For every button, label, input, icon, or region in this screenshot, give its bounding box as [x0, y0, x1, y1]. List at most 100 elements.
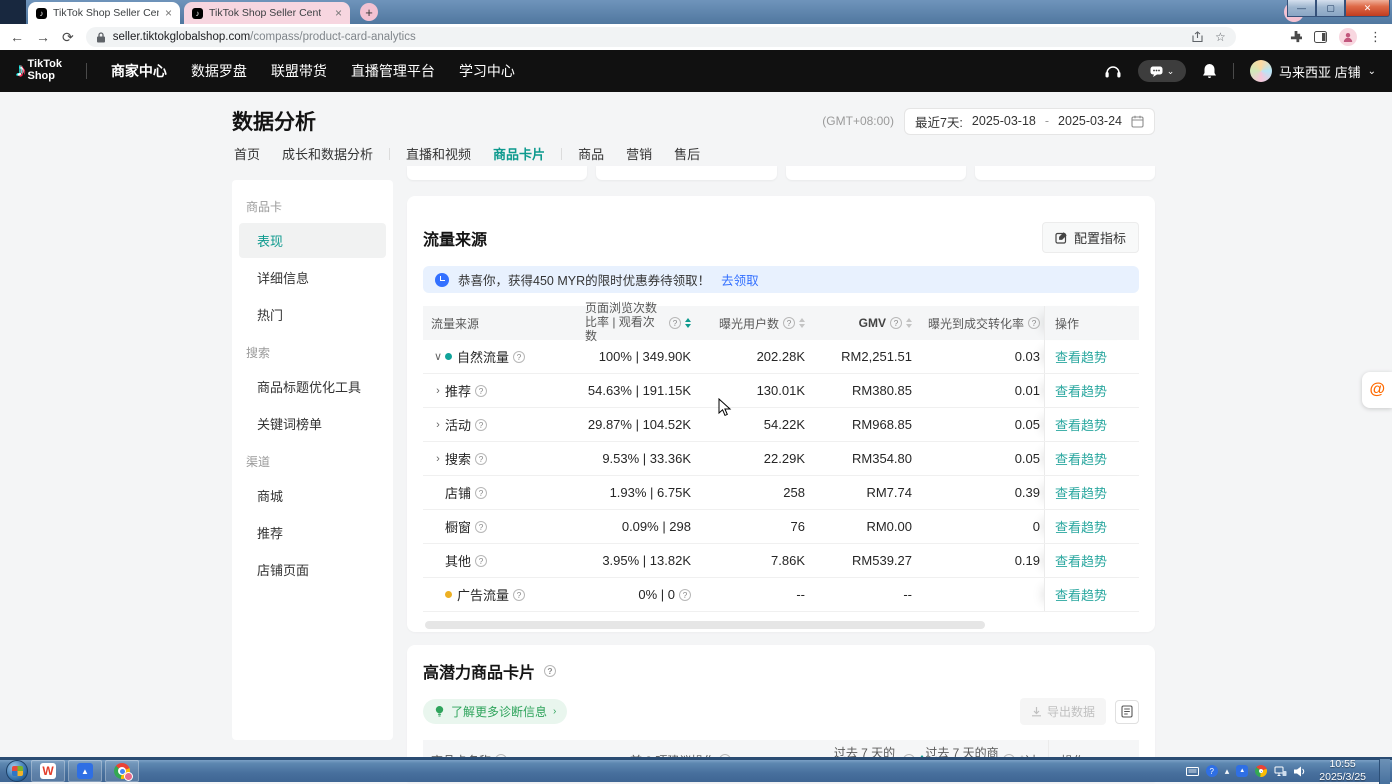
bookmark-star-icon[interactable]: ☆	[1215, 30, 1226, 44]
view-trend-link[interactable]: 查看趋势	[1055, 381, 1107, 400]
sidebar-item[interactable]: 详细信息	[239, 260, 386, 295]
sidebar-item[interactable]: 关键词榜单	[239, 406, 386, 441]
view-trend-link[interactable]: 查看趋势	[1055, 415, 1107, 434]
date-range-picker[interactable]: 最近7天: 2025-03-18 - 2025-03-24	[904, 108, 1155, 135]
help-icon[interactable]	[513, 351, 525, 363]
promo-float-widget[interactable]: @	[1362, 372, 1392, 408]
extensions-icon[interactable]	[1290, 31, 1302, 43]
diagnosis-info-link[interactable]: 了解更多诊断信息 ›	[423, 699, 567, 724]
sidebar-item[interactable]: 商品标题优化工具	[239, 369, 386, 404]
export-data-button[interactable]: 导出数据	[1020, 698, 1106, 725]
help-icon[interactable]	[475, 419, 487, 431]
help-icon[interactable]	[475, 487, 487, 499]
taskbar-clock[interactable]: 10:55 2025/3/25	[1319, 758, 1366, 783]
share-icon[interactable]	[1192, 31, 1205, 43]
help-icon[interactable]	[475, 555, 487, 567]
headset-icon[interactable]	[1104, 64, 1122, 79]
page-tab[interactable]	[561, 148, 562, 160]
tab-close-icon[interactable]: ×	[335, 6, 342, 20]
forward-icon[interactable]: →	[36, 30, 50, 44]
tray-keyboard-icon[interactable]	[1186, 767, 1199, 776]
tray-network-icon[interactable]	[1274, 766, 1287, 777]
taskbar-wps-icon[interactable]: W	[31, 760, 65, 782]
app-nav-item[interactable]: 商家中心	[111, 61, 167, 81]
taskbar-chrome-icon[interactable]	[105, 760, 139, 782]
help-icon[interactable]	[544, 665, 556, 677]
url-bar[interactable]: seller.tiktokglobalshop.com/compass/prod…	[86, 27, 1236, 47]
help-icon[interactable]	[475, 453, 487, 465]
sort-icon[interactable]	[799, 318, 805, 328]
sidebar-item[interactable]: 搜索	[232, 334, 393, 367]
view-trend-link[interactable]: 查看趋势	[1055, 551, 1107, 570]
page-tab[interactable]	[389, 148, 390, 160]
restore-button[interactable]: ▢	[1316, 0, 1345, 17]
expand-toggle-icon[interactable]: ∨	[431, 350, 445, 363]
app-nav-item[interactable]: 数据罗盘	[191, 61, 247, 81]
horizontal-scrollbar[interactable]	[425, 621, 985, 629]
sidebar-item[interactable]: 渠道	[232, 443, 393, 476]
help-icon[interactable]	[1028, 317, 1040, 329]
store-switcher[interactable]: 马来西亚 店铺 ⌄	[1250, 60, 1376, 82]
show-desktop-button[interactable]	[1379, 759, 1390, 784]
page-tab[interactable]: 售后	[674, 144, 700, 163]
col-ratio[interactable]: 页面浏览次数比率 | 观看次数	[585, 306, 703, 340]
app-nav-item[interactable]: 直播管理平台	[351, 61, 435, 81]
help-icon[interactable]	[783, 317, 795, 329]
language-switcher[interactable]: ⌄	[1138, 60, 1186, 82]
col-users[interactable]: 曝光用户数	[703, 306, 813, 340]
sidebar-item[interactable]: 商城	[239, 478, 386, 513]
expand-toggle-icon[interactable]: ›	[431, 419, 445, 431]
tray-app-icon[interactable]: ▲	[1236, 765, 1248, 777]
page-tab[interactable]: 商品	[578, 144, 604, 163]
sidebar-item[interactable]: 热门	[239, 297, 386, 332]
back-icon[interactable]: ←	[10, 30, 24, 44]
help-icon[interactable]	[513, 589, 525, 601]
view-trend-link[interactable]: 查看趋势	[1055, 585, 1107, 604]
close-button[interactable]: ✕	[1345, 0, 1390, 17]
sidebar-item[interactable]: 推荐	[239, 515, 386, 550]
tiktok-shop-logo[interactable]: ♪ TikTokShop	[16, 59, 62, 82]
sort-icon[interactable]	[906, 318, 912, 328]
configure-metrics-button[interactable]: 配置指标	[1042, 222, 1139, 253]
help-icon[interactable]	[475, 521, 487, 533]
bell-icon[interactable]	[1202, 63, 1217, 79]
side-panel-icon[interactable]	[1314, 31, 1327, 43]
tab-close-icon[interactable]: ×	[165, 6, 172, 20]
view-trend-link[interactable]: 查看趋势	[1055, 517, 1107, 536]
expand-toggle-icon[interactable]: ›	[431, 385, 445, 397]
view-trend-link[interactable]: 查看趋势	[1055, 483, 1107, 502]
col-conversion[interactable]: 曝光到成交转化率	[918, 306, 1044, 340]
page-tab[interactable]: 首页	[234, 144, 260, 163]
tray-hidden-icons-chevron[interactable]: ▴	[1225, 766, 1230, 777]
view-trend-link[interactable]: 查看趋势	[1055, 347, 1107, 366]
help-icon[interactable]	[475, 385, 487, 397]
browser-tab-active[interactable]: ♪ TikTok Shop Seller Center | Cr... ×	[28, 2, 180, 24]
sidebar-item[interactable]: 店铺页面	[239, 552, 386, 587]
page-tab[interactable]: 直播和视频	[406, 144, 471, 163]
expand-toggle-icon[interactable]: ›	[431, 453, 445, 465]
menu-dots-icon[interactable]: ⋮	[1369, 29, 1382, 45]
sort-icon[interactable]	[685, 318, 691, 328]
tray-chrome-icon[interactable]	[1255, 765, 1267, 777]
reload-icon[interactable]: ⟳	[62, 30, 74, 44]
start-button[interactable]	[6, 760, 28, 782]
help-icon[interactable]	[890, 317, 902, 329]
sidebar-item[interactable]: 商品卡	[232, 188, 393, 221]
tray-help-icon[interactable]: ?	[1206, 765, 1218, 777]
help-icon[interactable]	[669, 317, 681, 329]
new-tab-button[interactable]: +	[360, 3, 378, 21]
page-tab[interactable]: 商品卡片	[493, 144, 545, 163]
app-nav-item[interactable]: 学习中心	[459, 61, 515, 81]
report-icon-button[interactable]	[1115, 700, 1139, 724]
tray-volume-icon[interactable]	[1294, 766, 1306, 777]
app-nav-item[interactable]: 联盟带货	[271, 61, 327, 81]
claim-coupon-link[interactable]: 去领取	[721, 270, 759, 289]
view-trend-link[interactable]: 查看趋势	[1055, 449, 1107, 468]
taskbar-app-icon[interactable]: ▲	[68, 760, 102, 782]
profile-avatar[interactable]	[1339, 28, 1357, 46]
sidebar-item[interactable]: 表现	[239, 223, 386, 258]
page-tab[interactable]: 成长和数据分析	[282, 144, 373, 163]
minimize-button[interactable]: —	[1287, 0, 1316, 17]
page-tab[interactable]: 营销	[626, 144, 652, 163]
col-gmv[interactable]: GMV	[813, 306, 918, 340]
